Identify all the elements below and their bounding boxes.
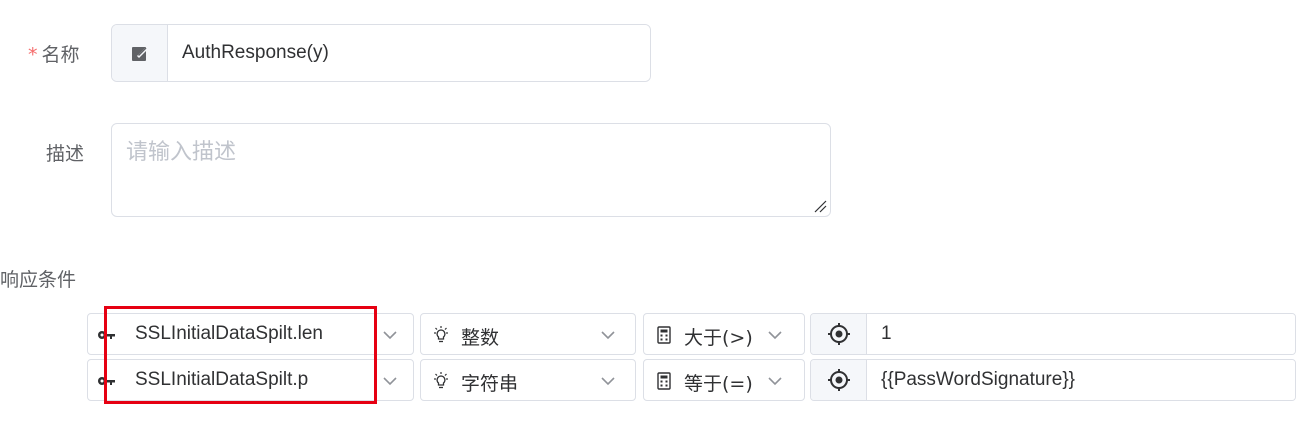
chevron-down-icon (768, 331, 782, 340)
field-select[interactable]: SSLInitialDataSpilt.len (87, 313, 414, 355)
target-icon[interactable] (811, 314, 867, 354)
value-input[interactable] (867, 360, 1295, 400)
name-field (111, 24, 651, 82)
calculator-icon (657, 372, 671, 390)
operator-select-value: 等于(=) (684, 373, 753, 395)
name-input[interactable] (168, 25, 650, 81)
key-icon (98, 377, 115, 385)
chevron-down-icon (601, 377, 615, 386)
field-select[interactable]: SSLInitialDataSpilt.p (87, 359, 414, 401)
value-field (810, 313, 1296, 355)
chevron-down-icon (383, 331, 397, 340)
chevron-down-icon (768, 377, 782, 386)
name-label: 名称 (41, 44, 80, 66)
field-select-value: SSLInitialDataSpilt.len (135, 323, 323, 344)
chevron-down-icon (383, 377, 397, 386)
resize-handle-icon[interactable] (811, 197, 827, 213)
conditions-title: 响应条件 (0, 269, 77, 291)
chevron-down-icon (601, 331, 615, 340)
description-label: 描述 (46, 143, 85, 165)
lightbulb-icon (434, 326, 448, 343)
edit-icon[interactable] (112, 25, 168, 81)
type-select-value: 整数 (461, 327, 500, 349)
type-select-value: 字符串 (461, 373, 519, 395)
lightbulb-icon (434, 372, 448, 389)
key-icon (98, 331, 115, 339)
condition-row: SSLInitialDataSpilt.len 整数 大于(>) (0, 313, 1301, 355)
type-select[interactable]: 字符串 (420, 359, 636, 401)
name-label-wrapper: * 名称 (28, 40, 80, 67)
description-textarea[interactable] (111, 123, 831, 217)
target-icon[interactable] (811, 360, 867, 400)
operator-select[interactable]: 等于(=) (643, 359, 805, 401)
operator-select[interactable]: 大于(>) (643, 313, 805, 355)
condition-row: SSLInitialDataSpilt.p 字符串 等于(=) (0, 359, 1301, 401)
value-field (810, 359, 1296, 401)
required-mark: * (28, 44, 38, 66)
type-select[interactable]: 整数 (420, 313, 636, 355)
calculator-icon (657, 326, 671, 344)
operator-select-value: 大于(>) (684, 327, 753, 349)
value-input[interactable] (867, 314, 1295, 354)
field-select-value: SSLInitialDataSpilt.p (135, 369, 309, 390)
